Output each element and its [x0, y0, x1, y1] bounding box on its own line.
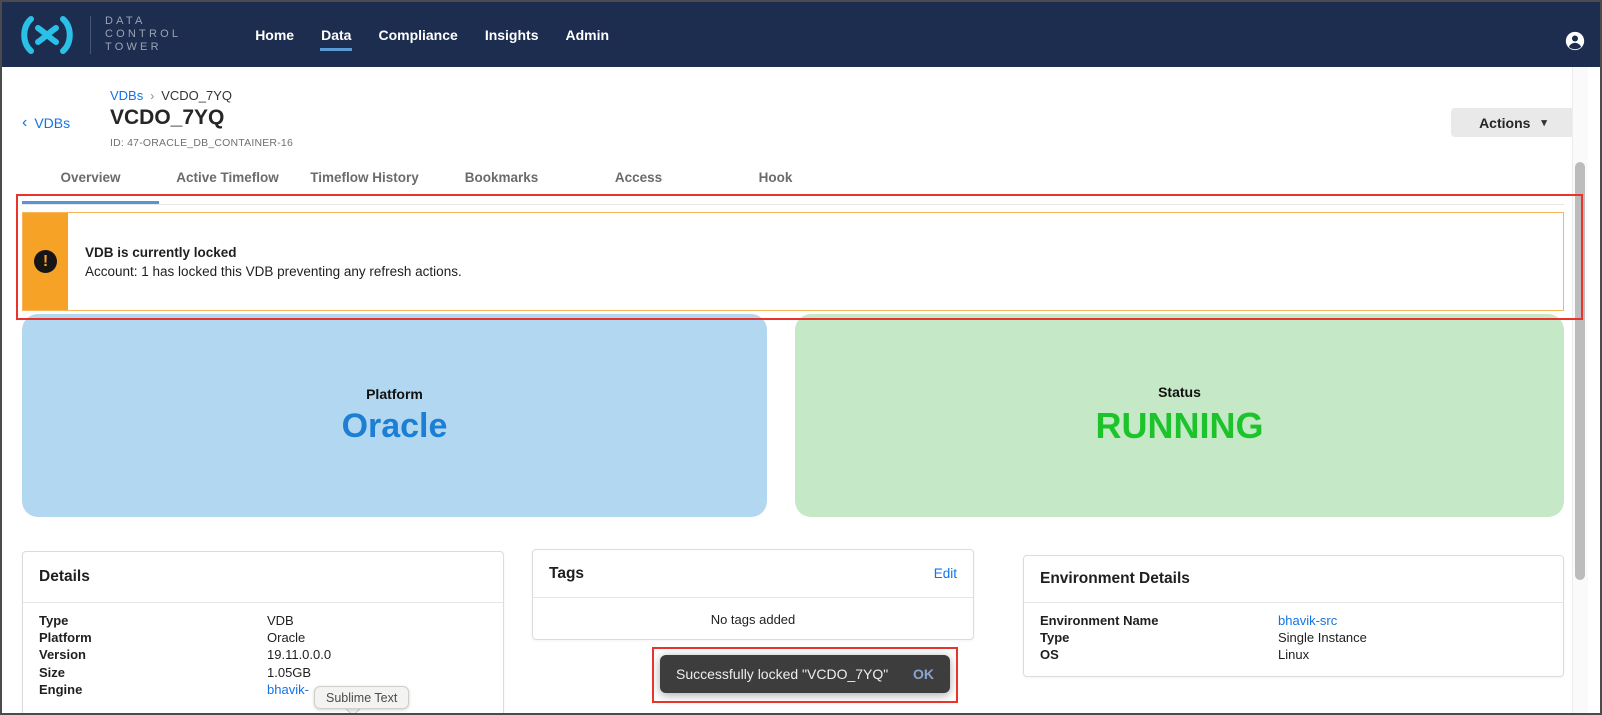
- platform-card-value: Oracle: [342, 407, 448, 446]
- environment-details-panel: Environment Details Environment Name bha…: [1023, 555, 1564, 677]
- brand-wordmark: DATA CONTROL TOWER: [105, 15, 181, 54]
- warning-icon: !: [34, 250, 57, 273]
- environment-name-link[interactable]: bhavik-src: [1278, 612, 1337, 629]
- actions-button[interactable]: Actions ▾: [1451, 108, 1575, 137]
- detail-row-engine: Engine bhavik-: [39, 681, 487, 698]
- chevron-right-icon: ›: [150, 89, 154, 103]
- brand-line: DATA: [105, 15, 181, 28]
- brand-divider: [90, 16, 91, 54]
- app-window: DATA CONTROL TOWER Home Data Compliance …: [0, 0, 1602, 715]
- chevron-down-icon: ▾: [1541, 116, 1547, 129]
- tab-overview[interactable]: Overview: [22, 170, 159, 185]
- detail-row-version: Version 19.11.0.0.0: [39, 646, 487, 663]
- main-nav: Home Data Compliance Insights Admin: [255, 27, 609, 43]
- breadcrumb: VDBs › VCDO_7YQ: [110, 88, 232, 103]
- tab-bar: Overview Active Timeflow Timeflow Histor…: [22, 170, 844, 185]
- account-icon[interactable]: [1564, 30, 1586, 52]
- tab-timeflow-history[interactable]: Timeflow History: [296, 170, 433, 185]
- tab-bookmarks[interactable]: Bookmarks: [433, 170, 570, 185]
- details-panel: Details Type VDB Platform Oracle Version…: [22, 551, 504, 715]
- nav-item-insights[interactable]: Insights: [485, 27, 539, 43]
- alert-accent-strip: !: [23, 213, 68, 310]
- toast-message: Successfully locked "VCDO_7YQ": [676, 666, 888, 682]
- brand-line: CONTROL: [105, 28, 181, 41]
- details-panel-title: Details: [39, 568, 90, 586]
- page-title: VCDO_7YQ: [110, 106, 224, 130]
- top-navbar: DATA CONTROL TOWER Home Data Compliance …: [2, 2, 1600, 67]
- env-row-os: OS Linux: [1040, 646, 1547, 663]
- tab-access[interactable]: Access: [570, 170, 707, 185]
- alert-title: VDB is currently locked: [85, 245, 462, 260]
- success-toast: Successfully locked "VCDO_7YQ" OK: [660, 655, 950, 693]
- env-row-type: Type Single Instance: [1040, 629, 1547, 646]
- active-tab-indicator: [22, 201, 159, 204]
- env-row-name: Environment Name bhavik-src: [1040, 612, 1547, 629]
- brand-line: TOWER: [105, 41, 181, 54]
- status-card-label: Status: [1158, 384, 1201, 400]
- breadcrumb-vdbs[interactable]: VDBs: [110, 88, 143, 103]
- engine-link[interactable]: bhavik-: [267, 681, 309, 698]
- nav-item-compliance[interactable]: Compliance: [378, 27, 457, 43]
- alert-message: Account: 1 has locked this VDB preventin…: [85, 264, 462, 279]
- environment-panel-header: Environment Details: [1024, 556, 1563, 603]
- os-tooltip: Sublime Text: [314, 686, 409, 709]
- vertical-scrollbar-thumb[interactable]: [1575, 162, 1585, 580]
- details-panel-header: Details: [23, 552, 503, 603]
- details-panel-body: Type VDB Platform Oracle Version 19.11.0…: [23, 603, 503, 698]
- tags-empty-text: No tags added: [533, 598, 973, 640]
- detail-row-platform: Platform Oracle: [39, 629, 487, 646]
- alert-body: VDB is currently locked Account: 1 has l…: [68, 213, 462, 310]
- nav-item-admin[interactable]: Admin: [565, 27, 609, 43]
- dct-logo-icon: [18, 15, 76, 55]
- locked-warning-banner: ! VDB is currently locked Account: 1 has…: [22, 212, 1564, 311]
- tags-edit-link[interactable]: Edit: [934, 566, 957, 581]
- toast-ok-button[interactable]: OK: [913, 666, 934, 682]
- tab-hook[interactable]: Hook: [707, 170, 844, 185]
- environment-panel-body: Environment Name bhavik-src Type Single …: [1024, 603, 1563, 664]
- chevron-left-icon: ‹: [22, 116, 27, 130]
- brand: DATA CONTROL TOWER: [2, 15, 181, 55]
- back-to-vdbs-link[interactable]: ‹ VDBs: [22, 115, 70, 131]
- vertical-scrollbar-track[interactable]: [1572, 67, 1588, 715]
- page-id-label: ID: 47-ORACLE_DB_CONTAINER-16: [110, 137, 293, 149]
- nav-item-home[interactable]: Home: [255, 27, 294, 43]
- nav-item-data[interactable]: Data: [321, 27, 351, 43]
- tags-panel-title: Tags: [549, 565, 584, 583]
- platform-card-label: Platform: [366, 386, 423, 402]
- detail-row-size: Size 1.05GB: [39, 664, 487, 681]
- platform-card: Platform Oracle: [22, 314, 767, 517]
- tags-panel-header: Tags Edit: [533, 550, 973, 598]
- breadcrumb-current: VCDO_7YQ: [161, 88, 232, 103]
- status-card: Status RUNNING: [795, 314, 1564, 517]
- environment-panel-title: Environment Details: [1040, 570, 1190, 588]
- back-link-label: VDBs: [34, 115, 70, 131]
- actions-button-label: Actions: [1479, 115, 1530, 131]
- tabs-divider: [22, 204, 1564, 205]
- status-badge: RUNNING: [1096, 405, 1264, 447]
- tab-active-timeflow[interactable]: Active Timeflow: [159, 170, 296, 185]
- tags-panel: Tags Edit No tags added: [532, 549, 974, 640]
- detail-row-type: Type VDB: [39, 612, 487, 629]
